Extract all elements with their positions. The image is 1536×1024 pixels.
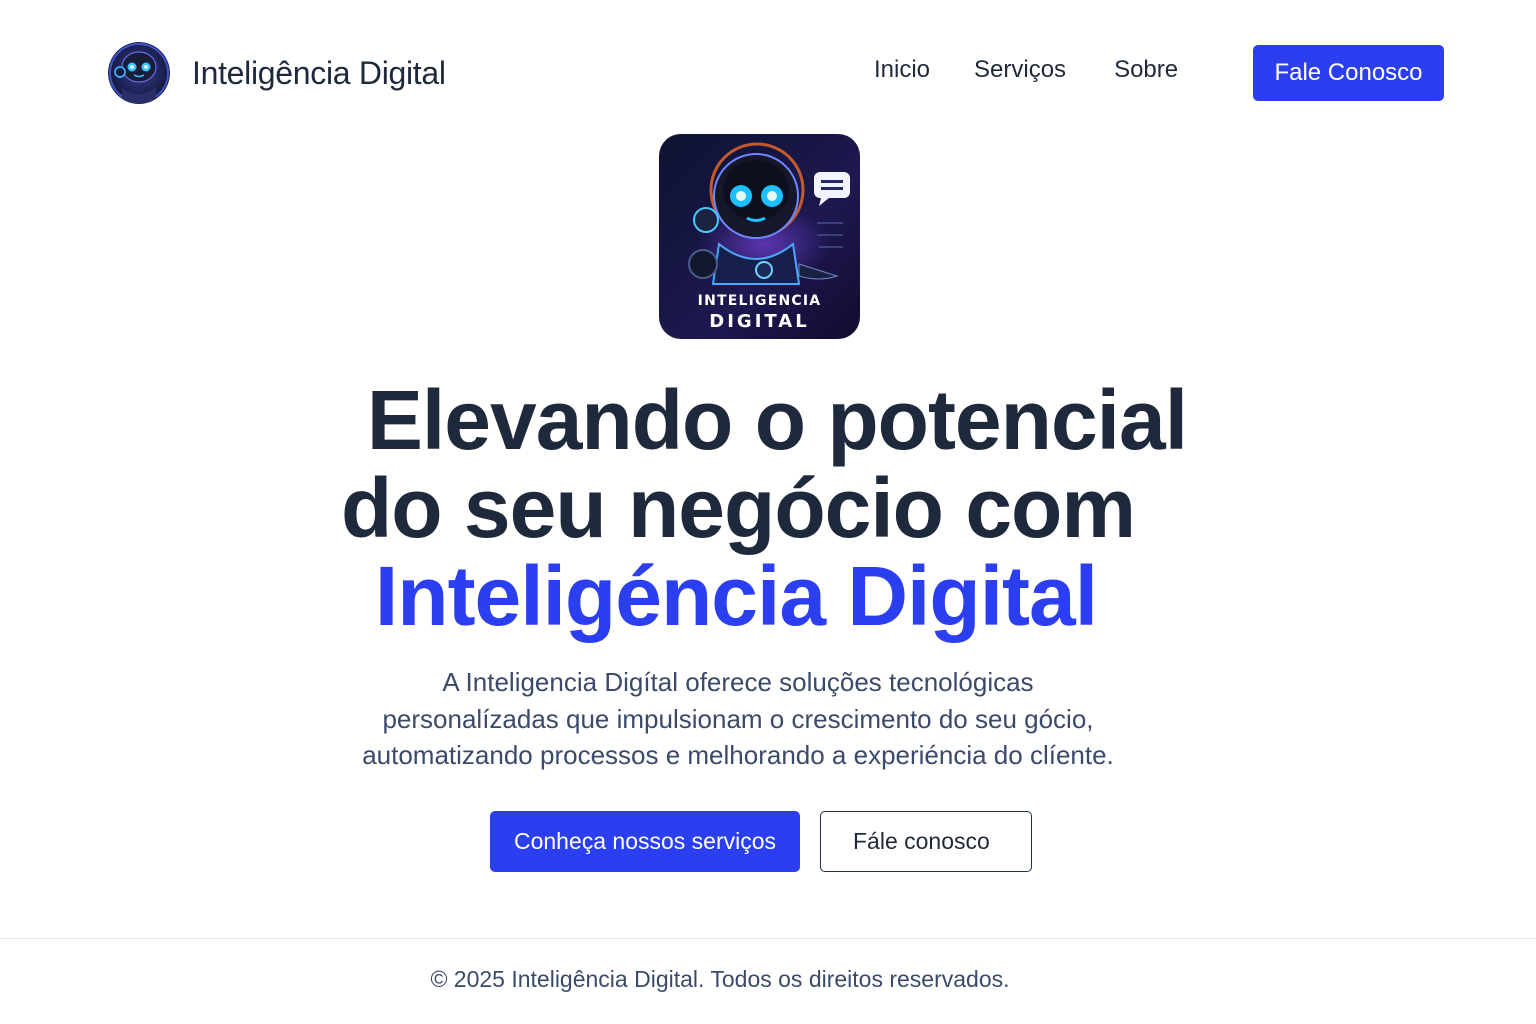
footer-divider <box>0 938 1536 939</box>
headline-line-2: do seu negócio com <box>340 461 1136 555</box>
nav-link-servicos[interactable]: Serviços <box>974 56 1066 84</box>
description-line-1: A Inteligencia Digítal oferece soluções … <box>442 667 1034 697</box>
copyright-text: © 2025 Inteligência Digital. Todos os di… <box>430 966 1010 992</box>
site-footer: © 2025 Inteligência Digital. Todos os di… <box>0 966 1440 993</box>
site-header: Inteligência Digital Inicio Serviços Sob… <box>0 0 1536 140</box>
headline-highlight: Inteligéncia Digital <box>374 549 1098 643</box>
nav-link-inicio[interactable]: Inicio <box>874 56 930 84</box>
brand-name: Inteligência Digital <box>192 54 446 91</box>
robot-logo-icon: INTELIGENCIA DIGITAL <box>659 134 860 339</box>
main-nav: Inicio Serviços Sobre <box>874 56 1178 84</box>
nav-link-sobre[interactable]: Sobre <box>1114 56 1178 84</box>
description-line-3: automatizando processos e melhorando a e… <box>362 740 1114 770</box>
logo-text-line1: INTELIGENCIA <box>698 293 822 309</box>
robot-avatar-icon <box>108 42 170 104</box>
hero-logo: INTELIGENCIA DIGITAL <box>659 134 860 339</box>
fale-conosco-outline-button[interactable]: Fále conosco <box>820 811 1032 872</box>
conheca-servicos-button[interactable]: Conheça nossos serviços <box>490 811 800 872</box>
headline-line-1: Elevando o potencial <box>366 373 1188 467</box>
brand[interactable]: Inteligência Digital <box>108 42 446 104</box>
logo-text-line2: DIGITAL <box>709 311 809 332</box>
hero-description: A Inteligencia Digítal oferece soluções … <box>318 664 1158 774</box>
fale-conosco-button[interactable]: Fale Conosco <box>1253 45 1444 101</box>
hero-headline: Elevando o potencial do seu negócio com … <box>268 376 1268 640</box>
description-line-2: personalízadas que impulsionam o crescim… <box>382 703 1094 734</box>
